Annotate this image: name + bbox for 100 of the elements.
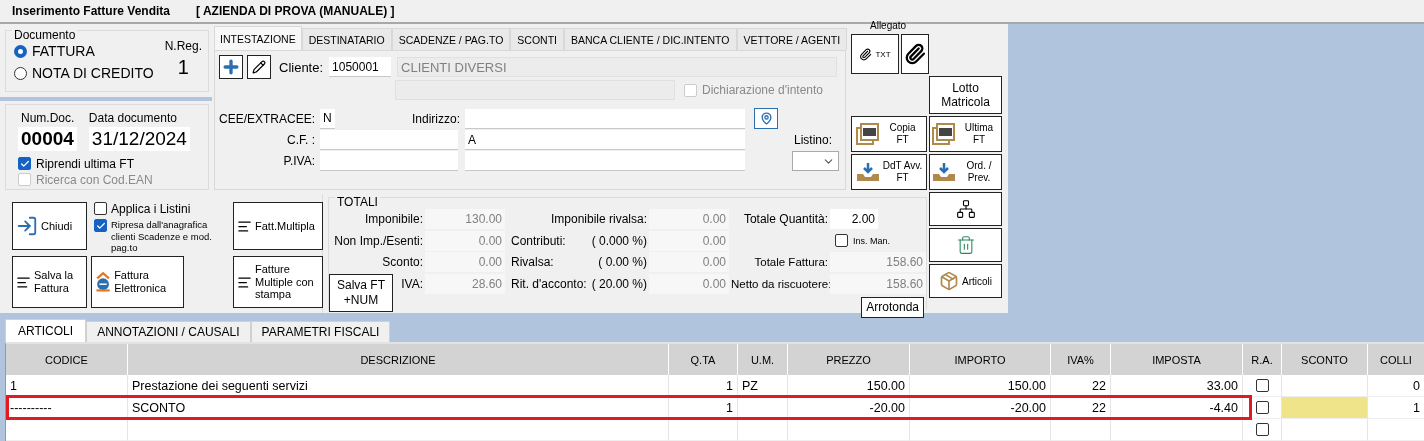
action-button[interactable]: Fattura Elettronica — [91, 256, 184, 308]
action-button[interactable]: Chiudi — [12, 202, 87, 250]
edit-button[interactable] — [247, 55, 271, 79]
lot-serial-button[interactable]: Lotto Matricola — [929, 76, 1002, 114]
column-header: CODICE — [6, 344, 128, 375]
document-button[interactable]: Copia FT — [851, 116, 927, 152]
nreg-value: 1 — [177, 56, 189, 79]
field-label: Indirizzo: — [411, 111, 460, 126]
articles-button[interactable]: Articoli — [929, 264, 1002, 298]
tab[interactable]: SCONTI — [510, 28, 564, 50]
column-header: R.A. — [1243, 344, 1282, 375]
paperclip-icon — [904, 43, 926, 65]
checkbox-label: Applica i Listini — [111, 202, 191, 217]
action-button[interactable]: Fatt.Multipla — [233, 202, 323, 250]
column-header: DESCRIZIONE — [128, 344, 669, 375]
document-number-field[interactable]: 00004 — [18, 126, 77, 151]
action-button[interactable]: Fatture Multiple con stampa — [233, 256, 323, 308]
document-lines-icon — [237, 274, 252, 290]
document-stack-icon — [855, 123, 880, 145]
column-header: IMPOSTA — [1111, 344, 1243, 375]
tool-button[interactable] — [929, 192, 1002, 226]
vat-number-field[interactable] — [320, 151, 458, 171]
total-label: Imponibile: — [363, 212, 423, 226]
total-value: 0.00 — [649, 209, 729, 229]
table-cell — [1051, 419, 1111, 441]
round-button[interactable]: Arrotonda — [861, 296, 924, 318]
tree-icon — [955, 199, 976, 219]
map-button[interactable] — [754, 108, 778, 129]
tax-code-field[interactable] — [320, 130, 458, 150]
plus-icon — [221, 57, 241, 77]
tab[interactable]: PARAMETRI FISCALI — [250, 321, 391, 342]
client-name-field: CLIENTI DIVERSI — [397, 57, 838, 77]
nreg-label: N.Reg. — [164, 39, 202, 53]
total-value: 28.60 — [425, 273, 505, 294]
total-label: Non Imp./Esenti: — [333, 233, 423, 248]
checkbox[interactable] — [835, 234, 848, 247]
field-label: Num.Doc. — [20, 110, 75, 125]
recycle-bin-icon — [955, 235, 976, 255]
action-button[interactable]: Salva la Fattura — [12, 256, 87, 308]
percentage-label: ( 20.00 %) — [591, 276, 647, 291]
tab[interactable]: VETTORE / AGENTI — [736, 28, 848, 50]
tab[interactable]: ARTICOLI — [5, 319, 87, 342]
field-label: CEE/EXTRACEE: — [219, 111, 315, 126]
percentage-label: ( 0.000 %) — [591, 233, 647, 248]
column-header: U.M. — [738, 344, 788, 375]
checkbox[interactable] — [1255, 379, 1269, 392]
total-value: 158.60 — [830, 273, 926, 294]
total-label: Totale Fattura: — [753, 256, 828, 268]
tab[interactable]: SCADENZE / PAG.TO — [391, 28, 511, 50]
field-label: P.IVA: — [282, 154, 315, 168]
paperclip-icon — [859, 47, 873, 61]
column-header: Q.TA — [669, 344, 738, 375]
radio-label: NOTA DI CREDITO — [32, 65, 154, 81]
radio-button[interactable] — [14, 66, 27, 80]
column-header: COLLI — [1368, 344, 1424, 375]
total-value: 130.00 — [425, 209, 505, 229]
radio-button[interactable] — [14, 44, 27, 58]
cee-field[interactable]: N — [320, 108, 335, 129]
total-value: 0.00 — [425, 252, 505, 272]
document-stack-icon — [932, 123, 956, 145]
tab[interactable]: BANCA CLIENTE / DIC.INTENTO — [564, 28, 737, 50]
window-title: Inserimento Fatture Vendita — [12, 4, 171, 18]
attachment-button[interactable] — [901, 34, 929, 74]
document-button[interactable]: Ord. / Prev. — [929, 154, 1002, 190]
document-button[interactable]: Ultima FT — [929, 116, 1002, 152]
checkbox[interactable] — [94, 202, 107, 215]
checkbox[interactable] — [1255, 401, 1269, 414]
txt-attachment-button[interactable]: TXT — [851, 34, 899, 74]
tab[interactable]: INTESTAZIONE — [214, 26, 302, 50]
total-value: 158.60 — [830, 252, 926, 272]
address-field[interactable] — [465, 108, 745, 129]
save-number-button[interactable]: Salva FT +NUM — [329, 273, 393, 312]
date-field[interactable]: 31/12/2024 — [88, 126, 190, 151]
document-lines-icon — [16, 274, 31, 290]
quantity-field[interactable]: 2.00 — [830, 209, 878, 229]
checkbox[interactable] — [94, 219, 107, 233]
tab[interactable]: DESTINATARIO — [301, 28, 392, 50]
total-label: Rit. d'acconto: — [511, 276, 587, 291]
document-button[interactable]: DdT Avv. FT — [851, 154, 927, 190]
company-name: [ AZIENDA DI PROVA (MANUALE) ] — [196, 4, 395, 18]
city-field[interactable] — [465, 151, 745, 171]
box-icon — [939, 271, 959, 291]
table-cell — [669, 419, 738, 441]
checkbox-label: Ricerca con Cod.EAN — [36, 172, 153, 187]
column-header: PREZZO — [788, 344, 910, 375]
checkbox[interactable] — [1255, 423, 1269, 436]
exit-door-icon — [16, 215, 38, 237]
group-legend: Documento — [12, 28, 78, 42]
tab[interactable]: ANNOTAZIONI / CAUSALI — [86, 321, 251, 342]
total-label: Sconto: — [381, 255, 423, 269]
document-lines-icon — [237, 218, 252, 234]
tool-button[interactable] — [929, 228, 1002, 262]
checkbox[interactable] — [18, 157, 31, 171]
add-button[interactable] — [219, 55, 243, 79]
map-pin-icon — [759, 112, 773, 125]
client-code-field[interactable]: 1050001 — [329, 57, 392, 77]
address-line-field[interactable]: A — [465, 130, 745, 150]
total-value: 0.00 — [649, 252, 729, 272]
group-legend: TOTALI — [335, 195, 380, 209]
radio-label: FATTURA — [32, 43, 95, 59]
